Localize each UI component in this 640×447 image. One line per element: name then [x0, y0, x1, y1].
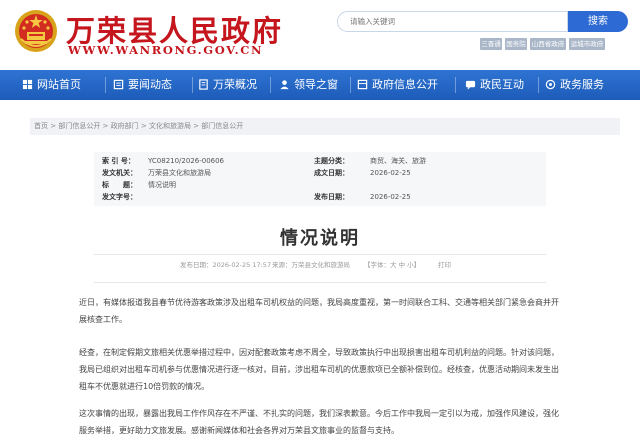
breadcrumb[interactable]: 首页 > 部门信息公开 > 政府部门 > 文化和旅游局 > 部门信息公开 — [30, 118, 620, 135]
hot-word-link[interactable]: 运城市政府 — [569, 38, 605, 50]
divider — [94, 254, 546, 255]
nav-divider — [192, 77, 193, 93]
service-icon — [545, 79, 556, 90]
nav-item-info-open[interactable]: 政府信息公开 — [357, 70, 438, 100]
meta-value: 2026-02-25 — [370, 169, 411, 177]
meta-value: YC08210/2026-00606 — [148, 157, 225, 165]
meta-value: 2026-02-25 — [370, 193, 411, 201]
font-size-switch[interactable]: 【字体：大 中 小】 — [364, 260, 420, 270]
search-input[interactable] — [337, 11, 568, 32]
nav-divider — [270, 77, 271, 93]
info-open-icon — [357, 79, 368, 90]
site-domain: WWW.WANRONG.GOV.CN — [68, 43, 264, 57]
nav-item-leaders[interactable]: 领导之窗 — [279, 70, 338, 100]
nav-item-label: 政务服务 — [560, 78, 604, 91]
main-nav: 网站首页 要闻动态 万荣概况 领导之窗 政府信息公开 政民互动 政务服务 — [0, 70, 640, 100]
meta-label: 发文字号： — [102, 193, 137, 201]
meta-row: 发文机关： 万荣县文化和旅游局 成文日期： 2026-02-25 — [102, 167, 542, 179]
nav-divider — [455, 77, 456, 93]
nav-item-label: 万荣概况 — [213, 78, 257, 91]
home-icon — [22, 79, 33, 90]
document-meta-table: 索 引 号： YC08210/2026-00606 主题分类： 商贸、海关、旅游… — [94, 152, 546, 206]
meta-row: 索 引 号： YC08210/2026-00606 主题分类： 商贸、海关、旅游 — [102, 155, 542, 167]
nav-item-news[interactable]: 要闻动态 — [113, 70, 172, 100]
meta-label: 索 引 号： — [102, 157, 135, 165]
print-button[interactable]: 打印 — [438, 260, 451, 270]
national-emblem-icon — [15, 10, 57, 52]
divider — [94, 282, 546, 283]
nav-divider — [350, 77, 351, 93]
news-icon — [113, 79, 124, 90]
nav-divider — [105, 77, 106, 93]
search-button[interactable]: 搜索 — [568, 11, 628, 32]
nav-item-label: 要闻动态 — [128, 78, 172, 91]
body-paragraph: 近日，有媒体报道我县春节优待游客政策涉及出租车司机权益的问题，我局高度重视，第一… — [79, 298, 559, 324]
body-paragraph: 经查，在制定假期文旅相关优惠举措过程中，因对配套政策考虑不周全，导致政策执行中出… — [79, 348, 559, 391]
nav-item-overview[interactable]: 万荣概况 — [198, 70, 257, 100]
meta-row: 发文字号： 发布日期： 2026-02-25 — [102, 191, 542, 203]
meta-row: 标 题： 情况说明 — [102, 179, 542, 191]
page-title: 情况说明 — [280, 228, 360, 249]
nav-item-label: 政民互动 — [480, 78, 524, 91]
publish-date: 发布日期：2026-02-25 17:57 — [180, 261, 272, 269]
nav-item-service[interactable]: 政务服务 — [545, 70, 604, 100]
hot-word-link[interactable]: 三晋通 — [480, 38, 502, 50]
nav-item-interaction[interactable]: 政民互动 — [465, 70, 524, 100]
meta-label: 标 题： — [102, 181, 137, 189]
meta-value: 万荣县文化和旅游局 — [148, 169, 211, 177]
nav-item-label: 政府信息公开 — [372, 78, 438, 91]
hot-word-link[interactable]: 山西省政府 — [530, 38, 566, 50]
meta-label: 主题分类： — [314, 157, 349, 165]
interaction-icon — [465, 80, 476, 90]
body-paragraph: 这次事情的出现，暴露出我局工作作风存在不严谨、不扎实的问题，我们深表歉意。今后工… — [79, 409, 559, 435]
overview-icon — [199, 79, 208, 90]
nav-item-home[interactable]: 网站首页 — [22, 70, 81, 100]
site-header: 万荣县人民政府 WWW.WANRONG.GOV.CN 搜索 三晋通 国务院 山西… — [0, 0, 640, 70]
leader-icon — [280, 80, 289, 90]
nav-divider — [538, 77, 539, 93]
meta-value: 商贸、海关、旅游 — [370, 157, 426, 165]
meta-label: 发文机关： — [102, 169, 137, 177]
meta-label: 发布日期： — [314, 193, 349, 201]
nav-item-label: 网站首页 — [37, 78, 81, 91]
hot-word-link[interactable]: 国务院 — [505, 38, 527, 50]
nav-item-label: 领导之窗 — [294, 78, 338, 91]
meta-value: 情况说明 — [148, 181, 176, 189]
source-text: 来源：万荣县文化和旅游局 — [272, 261, 350, 269]
meta-label: 成文日期： — [314, 169, 349, 177]
